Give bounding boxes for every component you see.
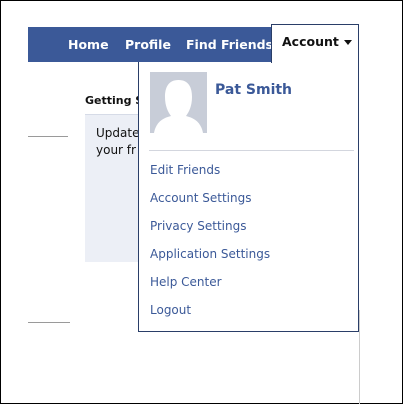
menu-edit-friends[interactable]: Edit Friends [150, 163, 220, 177]
dropdown-divider [149, 150, 354, 151]
default-avatar-icon [150, 72, 207, 133]
nav-account-menu-button[interactable]: Account [271, 24, 359, 63]
menu-application-settings[interactable]: Application Settings [150, 247, 270, 261]
left-divider-bottom [28, 322, 70, 323]
left-divider-top [28, 136, 68, 137]
panel-text-line-2: your fr [96, 143, 136, 157]
menu-privacy-settings[interactable]: Privacy Settings [150, 219, 246, 233]
right-column-border [359, 310, 360, 404]
menu-account-settings[interactable]: Account Settings [150, 191, 251, 205]
profile-name-link[interactable]: Pat Smith [215, 82, 292, 98]
chevron-down-icon [343, 40, 352, 45]
nav-home-link[interactable]: Home [68, 27, 109, 62]
account-dropdown-menu: Pat Smith Edit Friends Account Settings … [138, 62, 359, 332]
nav-find-friends-link[interactable]: Find Friends [186, 27, 273, 62]
getting-started-heading: Getting S [85, 94, 144, 107]
nav-profile-link[interactable]: Profile [125, 27, 171, 62]
menu-logout[interactable]: Logout [150, 303, 191, 317]
getting-started-panel: Update your fr [85, 114, 145, 262]
avatar[interactable] [150, 72, 207, 133]
account-label: Account [282, 34, 339, 49]
menu-help-center[interactable]: Help Center [150, 275, 222, 289]
panel-text-line-1: Update [96, 126, 140, 140]
